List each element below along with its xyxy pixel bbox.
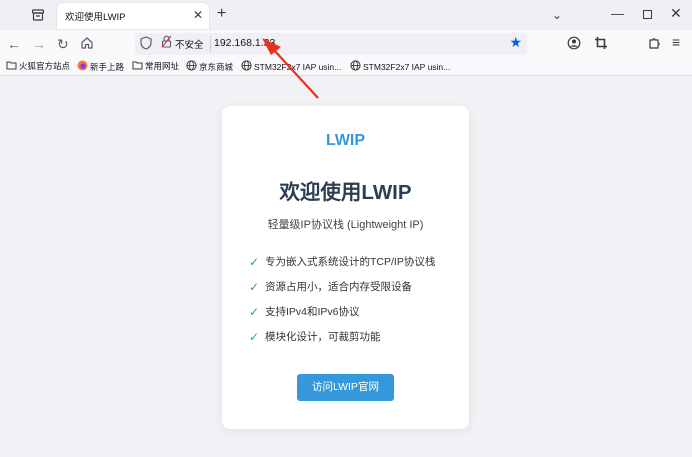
check-icon: ✓	[249, 329, 260, 344]
tab-title: 欢迎使用LWIP	[65, 12, 126, 23]
page-title: 欢迎使用LWIP	[279, 181, 412, 204]
folder-icon	[132, 60, 143, 72]
bookmark-label: 京东商城	[199, 61, 234, 72]
bookmark-label: STM32F2x7 IAP usin...	[254, 61, 342, 72]
bookmark-item[interactable]: STM32F2x7 IAP usin...	[350, 60, 450, 73]
bookmark-star-icon[interactable]: ★	[509, 34, 522, 51]
minimize-button[interactable]: —	[611, 6, 624, 21]
bookmark-item[interactable]: 京东商城	[186, 60, 233, 73]
globe-icon	[241, 60, 252, 73]
page-content: LWIP 欢迎使用LWIP 轻量级IP协议栈 (Lightweight IP) …	[0, 77, 692, 457]
folder-icon	[6, 60, 17, 72]
page-subtitle: 轻量级IP协议栈 (Lightweight IP)	[267, 219, 424, 231]
bookmark-item[interactable]: STM32F2x7 IAP usin...	[241, 60, 341, 73]
address-bar[interactable]: 不安全 192.168.1.33 ★	[135, 33, 527, 55]
forward-button[interactable]: →	[32, 35, 46, 53]
bookmark-label: STM32F2x7 IAP usin...	[363, 61, 451, 72]
globe-icon	[186, 60, 197, 73]
welcome-card: LWIP 欢迎使用LWIP 轻量级IP协议栈 (Lightweight IP) …	[222, 106, 469, 429]
feature-text: 专为嵌入式系统设计的TCP/IP协议栈	[265, 256, 436, 268]
menu-icon[interactable]: ≡	[672, 34, 680, 50]
account-icon[interactable]	[567, 36, 581, 55]
feature-list: ✓ 专为嵌入式系统设计的TCP/IP协议栈 ✓ 资源占用小，适合内存受限设备 ✓ 支持…	[249, 249, 435, 349]
bookmark-item[interactable]: 新手上路	[77, 60, 124, 73]
reload-button[interactable]: ↻	[57, 35, 69, 53]
navigation-bar: ← → ↻ 不安全 192.168.1.33 ★ ≡	[0, 30, 692, 58]
check-icon: ✓	[249, 254, 260, 269]
feature-text: 模块化设计，可裁剪功能	[265, 331, 381, 343]
bookmarks-toolbar: 火狐官方站点 新手上路 常用网址 京东商城 STM32F2x7 IAP usin…	[0, 58, 692, 76]
feature-text: 资源占用小，适合内存受限设备	[265, 281, 412, 293]
site-security-indicator[interactable]: 不安全	[161, 35, 211, 53]
extensions-icon[interactable]	[647, 36, 661, 55]
insecure-lock-icon	[161, 35, 172, 53]
check-icon: ✓	[249, 304, 260, 319]
new-tab-button[interactable]: +	[217, 5, 226, 23]
bookmark-item[interactable]: 常用网址	[132, 60, 179, 72]
visit-lwip-button[interactable]: 访问LWIP官网	[297, 374, 394, 401]
tab-list-chevron-icon[interactable]: ⌄	[552, 8, 562, 22]
bookmark-label: 火狐官方站点	[19, 61, 71, 71]
crop-screenshot-icon[interactable]	[594, 36, 608, 55]
bookmark-label: 常用网址	[145, 61, 180, 71]
tab-bar: 欢迎使用LWIP ✕ + ⌄ — ✕	[0, 0, 692, 30]
maximize-button[interactable]	[643, 10, 652, 19]
list-item: ✓ 资源占用小，适合内存受限设备	[249, 274, 435, 299]
list-item: ✓ 支持IPv4和IPv6协议	[249, 299, 435, 324]
brand-label: LWIP	[325, 132, 366, 149]
window-close-button[interactable]: ✕	[670, 5, 682, 22]
list-item: ✓ 模块化设计，可裁剪功能	[249, 324, 435, 349]
back-button[interactable]: ←	[7, 35, 21, 53]
tab-overview-icon[interactable]	[30, 7, 46, 23]
globe-icon	[350, 60, 361, 73]
browser-tab[interactable]: 欢迎使用LWIP ✕	[57, 3, 209, 29]
bookmark-item[interactable]: 火狐官方站点	[6, 60, 70, 72]
bookmark-label: 新手上路	[90, 61, 125, 72]
list-item: ✓ 专为嵌入式系统设计的TCP/IP协议栈	[249, 249, 435, 274]
firefox-icon	[77, 60, 88, 73]
url-text[interactable]: 192.168.1.33	[214, 37, 275, 49]
check-icon: ✓	[249, 279, 260, 294]
home-icon[interactable]	[80, 36, 94, 54]
insecure-label: 不安全	[175, 40, 204, 51]
tab-close-icon[interactable]: ✕	[193, 8, 203, 22]
feature-text: 支持IPv4和IPv6协议	[265, 306, 360, 318]
tracking-protection-shield-icon[interactable]	[140, 36, 152, 55]
